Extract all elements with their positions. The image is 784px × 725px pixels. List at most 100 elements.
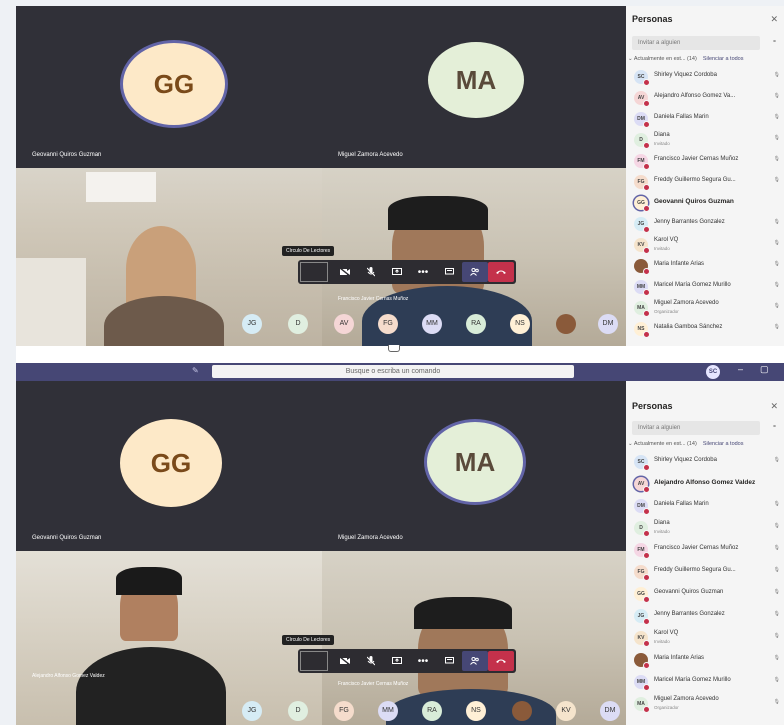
participant-row[interactable]: GG Geovanni Quiros Guzman 🎙︎ [630, 585, 782, 603]
mute-all-link[interactable]: Silenciar a todos [703, 56, 744, 62]
participant-row[interactable]: MM Maricel María Gomez Murillo 🎙︎ [630, 278, 782, 296]
participant-name: Diana [654, 520, 670, 526]
strip-avatar[interactable]: KV [556, 701, 576, 721]
participant-row[interactable]: JG Jenny Barrantes Gonzalez 🎙︎ [630, 607, 782, 625]
participant-row[interactable]: DM Daniela Fallas Marin 🎙︎ [630, 110, 782, 128]
maximize-icon[interactable]: ▢ [760, 364, 769, 375]
strip-avatar[interactable]: DM [598, 314, 618, 334]
strip-avatar[interactable]: D [288, 701, 308, 721]
participant-tile[interactable]: GG Geovanni Quiros Guzman [16, 6, 322, 168]
participant-row[interactable]: AV Alejandro Alfonso Gomez Valdez [630, 475, 782, 493]
strip-avatar[interactable]: JG [242, 701, 262, 721]
participant-tile[interactable]: MA Miguel Zamora Acevedo [322, 6, 626, 168]
mic-off-icon: 🎙︎ [773, 261, 780, 267]
strip-avatar-photo[interactable] [512, 701, 532, 721]
section-header[interactable]: ⌄ Actualmente en est... (14) Silenciar a … [628, 441, 744, 447]
link-icon[interactable]: ⚭ [772, 423, 777, 430]
search-input[interactable]: Busque o escriba un comando [212, 365, 574, 378]
profile-avatar[interactable]: SC [706, 365, 720, 379]
hang-up-button[interactable] [488, 651, 514, 671]
participant-row[interactable]: JG Jenny Barrantes Gonzalez 🎙︎ [630, 215, 782, 233]
participant-tile[interactable]: GG Geovanni Quiros Guzman [16, 381, 322, 551]
strip-avatar[interactable]: JG [242, 314, 262, 334]
camera-toggle-button[interactable] [332, 262, 358, 282]
participant-row[interactable]: FG Freddy Guillermo Segura Gu... 🎙︎ [630, 563, 782, 581]
section-header[interactable]: ⌄ Actualmente en est... (14) Silenciar a … [628, 56, 744, 62]
hang-up-button[interactable] [488, 262, 514, 282]
strip-avatar[interactable]: AV [334, 314, 354, 334]
mic-off-icon: 🎙︎ [773, 655, 780, 661]
status-badge [643, 247, 650, 254]
strip-avatar[interactable]: NS [466, 701, 486, 721]
call-toolbar: ••• [298, 260, 516, 284]
participant-row[interactable]: MA Miguel Zamora Acevedo Organizador 🎙︎ [630, 695, 782, 713]
participant-row[interactable]: SC Shirley Viquez Cordoba 🎙︎ [630, 68, 782, 86]
strip-avatar[interactable]: RA [466, 314, 486, 334]
more-actions-button[interactable]: ••• [410, 651, 436, 671]
status-badge [643, 662, 650, 669]
chat-icon [444, 268, 454, 275]
participant-name: Geovanni Quiros Guzman [32, 535, 102, 541]
person-body [76, 647, 226, 725]
video-off-icon [340, 657, 350, 665]
minimize-icon[interactable]: – [738, 364, 743, 374]
invite-input[interactable]: Invitar a alguien [632, 421, 760, 435]
person-body [104, 296, 224, 346]
participant-row[interactable]: SC Shirley Viquez Cordoba 🎙︎ [630, 453, 782, 471]
participant-row[interactable]: DM Daniela Fallas Marin 🎙︎ [630, 497, 782, 515]
mic-off-icon: 🎙︎ [773, 324, 780, 330]
strip-avatar[interactable]: FG [334, 701, 354, 721]
invite-input[interactable]: Invitar a alguien [632, 36, 760, 50]
participant-name: Geovanni Quiros Guzman [654, 198, 734, 205]
share-screen-button[interactable] [384, 651, 410, 671]
strip-avatar-photo[interactable] [556, 314, 576, 334]
more-actions-button[interactable]: ••• [410, 262, 436, 282]
close-icon[interactable]: ✕ [770, 14, 778, 25]
mic-off-icon: 🎙︎ [773, 135, 780, 141]
participant-row[interactable]: Maria Infante Arias 🎙︎ [630, 257, 782, 275]
status-badge [643, 596, 650, 603]
participant-row[interactable]: FM Francisco Javier Cernas Muñoz 🎙︎ [630, 152, 782, 170]
participants-button[interactable] [462, 651, 488, 671]
strip-avatar[interactable]: NS [510, 314, 530, 334]
participant-row[interactable]: NS Natalia Gamboa Sánchez 🎙︎ [630, 320, 782, 338]
mic-off-icon: 🎙︎ [773, 545, 780, 551]
camera-toggle-button[interactable] [332, 651, 358, 671]
participant-row[interactable]: GG Geovanni Quiros Guzman [630, 194, 782, 212]
compose-icon[interactable]: ✎ [192, 366, 199, 375]
strip-avatar[interactable]: D [288, 314, 308, 334]
camera-name: Francisco Javier Cernas Muñoz [338, 681, 409, 687]
hang-up-icon [496, 659, 506, 663]
participants-button[interactable] [462, 262, 488, 282]
chat-button[interactable] [436, 651, 462, 671]
share-screen-button[interactable] [384, 262, 410, 282]
link-icon[interactable]: ⚭ [772, 38, 777, 45]
mic-toggle-button[interactable] [358, 651, 384, 671]
mute-all-link[interactable]: Silenciar a todos [703, 441, 744, 447]
participant-row[interactable]: FM Francisco Javier Cernas Muñoz 🎙︎ [630, 541, 782, 559]
participant-row[interactable]: KV Karol VQ Invitado 🎙︎ [630, 629, 782, 647]
strip-avatar[interactable]: DM [600, 701, 620, 721]
chat-button[interactable] [436, 262, 462, 282]
strip-avatar[interactable]: FG [378, 314, 398, 334]
participant-row[interactable]: KV Karol VQ Invitado 🎙︎ [630, 236, 782, 254]
close-icon[interactable]: ✕ [770, 401, 778, 412]
participant-row[interactable]: MA Miguel Zamora Acevedo Organizador 🎙︎ [630, 299, 782, 317]
participant-row[interactable]: D Diana Invitado 🎙︎ [630, 519, 782, 537]
call-timer [300, 651, 328, 671]
tooltip: Círculo De Lectores [282, 246, 335, 256]
strip-avatar[interactable]: MM [422, 314, 442, 334]
share-icon [392, 268, 402, 275]
participant-row[interactable]: AV Alejandro Alfonso Gomez Va... 🎙︎ [630, 89, 782, 107]
status-badge [643, 706, 650, 713]
mic-toggle-button[interactable] [358, 262, 384, 282]
strip-avatar[interactable]: RA [422, 701, 442, 721]
participant-name: Jenny Barrantes Gonzalez [654, 611, 725, 617]
participant-row[interactable]: FG Freddy Guillermo Segura Gu... 🎙︎ [630, 173, 782, 191]
strip-avatar[interactable]: MM [378, 701, 398, 721]
participant-tile[interactable]: MA Miguel Zamora Acevedo [322, 381, 626, 551]
participant-row[interactable]: Maria Infante Arias 🎙︎ [630, 651, 782, 669]
participant-row[interactable]: D Diana Invitado 🎙︎ [630, 131, 782, 149]
participant-row[interactable]: MM Maricel María Gomez Murillo 🎙︎ [630, 673, 782, 691]
status-badge [643, 310, 650, 317]
